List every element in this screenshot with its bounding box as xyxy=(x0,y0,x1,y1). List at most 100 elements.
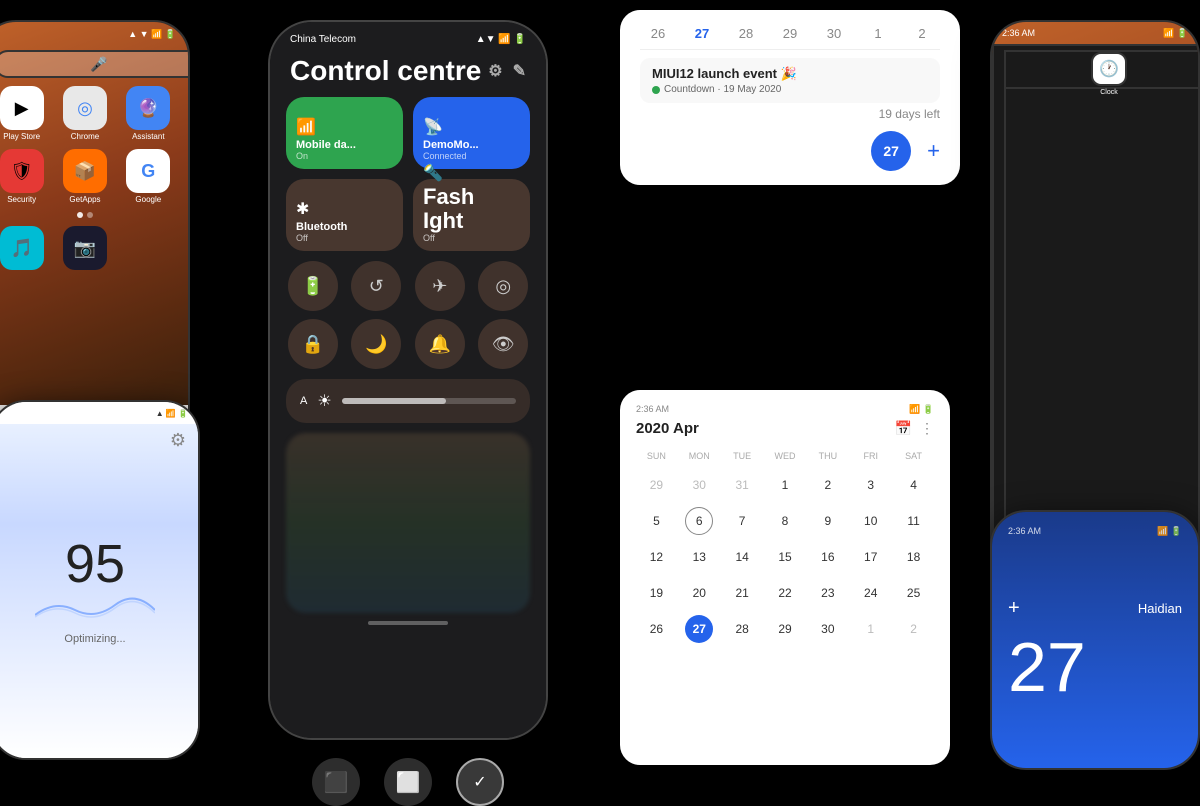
bluetooth-icon: ✱ xyxy=(296,199,393,219)
mic-icon: 🎤 xyxy=(90,56,107,73)
settings-icon[interactable]: ⚙ xyxy=(488,61,502,81)
edit-icon[interactable]: ✎ xyxy=(513,61,526,81)
opt-label: Optimizing... xyxy=(64,633,125,645)
cc-toggle-battery[interactable]: 🔋 xyxy=(288,261,338,311)
cal-day-30: 30 xyxy=(816,26,852,41)
app-play-store[interactable]: ▶ Play Store xyxy=(0,86,49,141)
cal-week-5: 26 27 28 29 30 1 2 xyxy=(636,611,934,647)
left-app-grid-2: 🎵 📷 xyxy=(0,226,188,272)
cal-week-4: 19 20 21 22 23 24 25 xyxy=(636,575,934,611)
cal-add-button[interactable]: + xyxy=(927,138,940,164)
cc-tile-wifi[interactable]: 📡 DemoMo... Connected xyxy=(413,97,530,169)
phone-bottom-left: ▲ 📶 🔋 ⚙ 95 Optimizing... xyxy=(0,400,200,760)
cc-small-tiles-2: 🔒 🌙 🔔 👁 xyxy=(270,319,546,369)
cc-toggle-lock[interactable]: 🔒 xyxy=(288,319,338,369)
control-centre-title: Control centre xyxy=(290,55,481,87)
app-getapps[interactable]: 📦 GetApps xyxy=(57,149,112,204)
br-plus-button[interactable]: + xyxy=(1008,597,1020,620)
cal-bottom-row: 27 + xyxy=(871,131,940,171)
br-big-number: 27 xyxy=(1008,632,1182,702)
cc-tile-bluetooth[interactable]: ✱ Bluetooth Off xyxy=(286,179,403,251)
cal-day-27-blue: 27 xyxy=(684,26,720,41)
settings-gear-icon[interactable]: ⚙ xyxy=(170,430,186,451)
cal-main-header: 2020 Apr 📅 ⋮ xyxy=(636,420,934,437)
cal-day-28: 28 xyxy=(728,26,764,41)
app-camera[interactable]: 📷 xyxy=(57,226,112,272)
left-search-bar[interactable]: 🎤 xyxy=(0,50,188,78)
cal-event-sub: Countdown · 19 May 2020 xyxy=(652,84,928,95)
cal-day-27-active: 27 xyxy=(685,615,713,643)
cal-main-icons: 📅 ⋮ xyxy=(895,420,934,437)
left-status-bar: ▲ ▼ 📶 🔋 xyxy=(0,22,188,46)
cc-brightness-row: A ☀ xyxy=(286,379,530,423)
app-assistant[interactable]: 🔮 Assistant xyxy=(121,86,176,141)
cc-toggle-bell[interactable]: 🔔 xyxy=(415,319,465,369)
bottom-buttons: ⬛ ⬜ ✓ xyxy=(268,758,548,806)
flashlight-label: FashIght xyxy=(423,185,520,233)
cal-day-2: 2 xyxy=(904,26,940,41)
btn-circle[interactable]: ⬜ xyxy=(384,758,432,806)
cal-days-left: 19 days left xyxy=(640,107,940,121)
sun-icon: ☀ xyxy=(317,391,331,411)
cal-more-icon[interactable]: ⋮ xyxy=(920,420,934,437)
cc-toggle-refresh[interactable]: ↺ xyxy=(351,261,401,311)
cc-row-1: 📶 Mobile da... On 📡 DemoMo... Connected xyxy=(286,97,530,169)
br-top-row: + Haidian xyxy=(1008,597,1182,620)
app-security[interactable]: 🛡 Security xyxy=(0,149,49,204)
phone-center: China Telecom ▲▼ 📶 🔋 Control centre ⚙ ✎ … xyxy=(268,20,548,740)
cal-day-26: 26 xyxy=(640,26,676,41)
left-app-grid: ▶ Play Store ◎ Chrome 🔮 Assistant 🛡 Secu… xyxy=(0,86,188,204)
app-google[interactable]: G Google xyxy=(121,149,176,204)
cal-week-headers: SUN MON TUE WED THU FRI SAT xyxy=(636,445,934,467)
optimization-screen: ⚙ 95 Optimizing... xyxy=(0,424,198,758)
cal-divider xyxy=(640,49,940,50)
btn-square[interactable]: ⬛ xyxy=(312,758,360,806)
br-status-bar: 2:36 AM 📶 🔋 xyxy=(1008,522,1182,540)
cc-row-2: ✱ Bluetooth Off 🔦 FashIght Off xyxy=(286,179,530,251)
cc-blur-area xyxy=(286,433,530,613)
brightness-track[interactable] xyxy=(342,398,516,404)
opt-number: 95 xyxy=(65,537,125,591)
cal-event-box[interactable]: MIUI12 launch event 🎉 Countdown · 19 May… xyxy=(640,58,940,103)
bl-status-bar: ▲ 📶 🔋 xyxy=(0,402,198,424)
flashlight-icon: 🔦 xyxy=(423,163,520,183)
font-a-small: A xyxy=(300,395,307,407)
cal-week-1: 29 30 31 1 2 3 4 xyxy=(636,467,934,503)
cc-toggle-moon[interactable]: 🌙 xyxy=(351,319,401,369)
right-status-bar: 2:36 AM 📶 🔋 xyxy=(992,22,1198,44)
cc-tiles: 📶 Mobile da... On 📡 DemoMo... Connected … xyxy=(270,97,546,251)
phone-bottom-right: 2:36 AM 📶 🔋 + Haidian 27 xyxy=(990,510,1200,770)
carrier-label: China Telecom xyxy=(290,34,356,45)
brightness-fill xyxy=(342,398,447,404)
cc-home-indicator xyxy=(368,621,448,625)
cc-toggle-vision[interactable]: 👁 xyxy=(478,319,528,369)
opt-wave-svg xyxy=(35,595,155,625)
cal-week-3: 12 13 14 15 16 17 18 xyxy=(636,539,934,575)
cc-status-bar: China Telecom ▲▼ 📶 🔋 xyxy=(270,22,546,49)
cal-day-1: 1 xyxy=(860,26,896,41)
app-music[interactable]: 🎵 xyxy=(0,226,49,272)
cc-tile-flashlight[interactable]: 🔦 FashIght Off xyxy=(413,179,530,251)
cc-title-bar: Control centre ⚙ ✎ xyxy=(270,49,546,97)
cal-day-29: 29 xyxy=(772,26,808,41)
cal-grid-icon[interactable]: 📅 xyxy=(895,420,912,437)
cc-tile-mobile-data[interactable]: 📶 Mobile da... On xyxy=(286,97,403,169)
app-chrome[interactable]: ◎ Chrome xyxy=(57,86,112,141)
cal-week-2: 5 6 7 8 9 10 11 xyxy=(636,503,934,539)
calendar-main: 2:36 AM 📶 🔋 2020 Apr 📅 ⋮ SUN MON TUE WED… xyxy=(620,390,950,765)
cal-event-title: MIUI12 launch event 🎉 xyxy=(652,66,928,82)
cc-title-icons: ⚙ ✎ xyxy=(488,61,526,81)
cal-main-status: 2:36 AM 📶 🔋 xyxy=(636,404,934,414)
cc-small-tiles-1: 🔋 ↺ ✈ ◎ xyxy=(270,261,546,311)
wifi-icon: 📡 xyxy=(423,117,520,137)
cal-event-dot xyxy=(652,86,660,94)
cc-toggle-airplane[interactable]: ✈ xyxy=(415,261,465,311)
calendar-top: 26 27 28 29 30 1 2 MIUI12 launch event 🎉… xyxy=(620,10,960,185)
cal-today-button[interactable]: 27 xyxy=(871,131,911,171)
cal-main-title: 2020 Apr xyxy=(636,420,699,437)
page-dots xyxy=(0,212,188,218)
btn-done[interactable]: ✓ xyxy=(456,758,504,806)
mobile-data-icon: 📶 xyxy=(296,117,393,137)
cc-toggle-eye[interactable]: ◎ xyxy=(478,261,528,311)
phone-left: ▲ ▼ 📶 🔋 🎤 ▶ Play Store ◎ Chrome 🔮 Assist… xyxy=(0,20,190,460)
